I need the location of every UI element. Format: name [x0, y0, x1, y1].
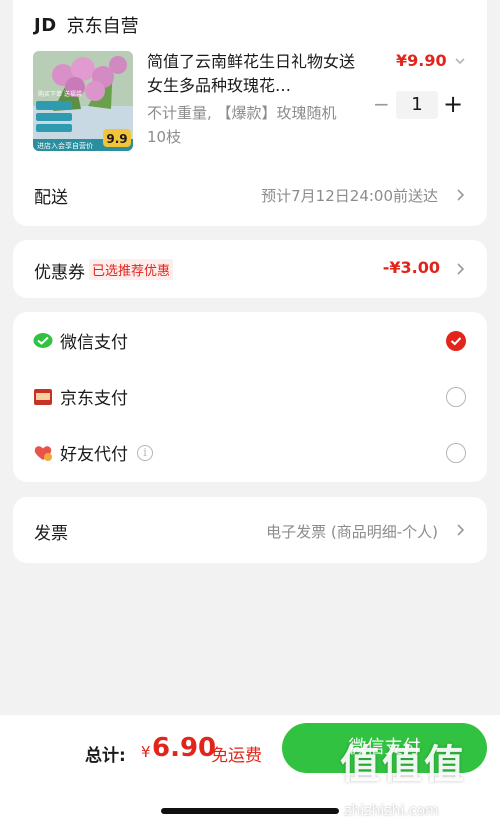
- product-image[interactable]: 9.9 购买下单 送福袋 进店入会享自营价: [33, 51, 133, 151]
- invoice-row[interactable]: 发票 电子发票 (商品明细-个人): [13, 497, 487, 563]
- payment-option-friend[interactable]: 好友代付 i: [13, 425, 487, 481]
- quantity-input[interactable]: 1: [396, 91, 438, 119]
- coupon-recommend-tag: 已选推荐优惠: [89, 259, 174, 280]
- chevron-right-icon: [457, 189, 465, 201]
- invoice-value: 电子发票 (商品明细-个人): [266, 523, 438, 541]
- payment-methods: 微信支付 京东支付 好友代付 i: [13, 312, 487, 482]
- coupon-row[interactable]: 优惠券 已选推荐优惠 -¥3.00: [13, 240, 487, 298]
- total-amount: 6.90: [152, 733, 217, 763]
- delivery-value: 预计7月12日24:00前送达: [261, 187, 438, 205]
- coupon-discount-value: -¥3.00: [382, 258, 440, 277]
- payment-option-jd[interactable]: 京东支付: [13, 369, 487, 425]
- product-spec[interactable]: 不计重量, 【爆款】玫瑰随机10枝: [147, 101, 355, 149]
- radio-unchecked-icon[interactable]: [446, 443, 466, 463]
- radio-checked-icon[interactable]: [446, 331, 466, 351]
- info-icon[interactable]: i: [137, 445, 153, 461]
- product-price: ¥9.90: [396, 51, 447, 70]
- watermark-glyphs: 值值值: [340, 742, 466, 788]
- shop-name: 京东自营: [66, 16, 139, 37]
- payment-label: 好友代付: [60, 445, 128, 465]
- chevron-right-icon: [457, 524, 465, 536]
- product-title[interactable]: 简值了云南鲜花生日礼物女送女生多品种玫瑰花…: [147, 50, 355, 98]
- image-caption: 购买下单 送福袋: [38, 90, 82, 98]
- radio-unchecked-icon[interactable]: [446, 387, 466, 407]
- shop-card: JD 京东自营 9.9 购买下单 送福袋 进店入会享自营价 简值了云南鲜花生日礼…: [13, 0, 487, 226]
- jd-pay-icon: [34, 389, 52, 405]
- shop-header[interactable]: JD 京东自营: [34, 11, 139, 39]
- payment-label: 微信支付: [60, 333, 128, 353]
- chevron-right-icon: [457, 263, 465, 275]
- checkout-bar: 总计: ¥ 6.90 免运费 微信支付 值值值 zhizhizhi.com: [0, 715, 500, 825]
- image-badge-price: 9.9: [106, 132, 127, 146]
- friend-pay-icon: [34, 446, 52, 461]
- site-watermark: 值值值 zhizhizhi.com: [340, 735, 490, 820]
- delivery-label: 配送: [34, 188, 68, 208]
- free-shipping-note: 免运费: [211, 746, 262, 766]
- payment-option-wechat[interactable]: 微信支付: [13, 313, 487, 369]
- chevron-down-icon[interactable]: [453, 54, 467, 68]
- wechat-pay-icon: [33, 333, 53, 348]
- watermark-url: zhizhizhi.com: [344, 803, 439, 819]
- rose-bouquet-image: 9.9 购买下单 送福袋 进店入会享自营价: [33, 51, 133, 151]
- total-currency: ¥: [141, 743, 151, 761]
- quantity-increase-button[interactable]: +: [443, 91, 463, 117]
- image-footer: 进店入会享自营价: [37, 141, 93, 150]
- total-label: 总计:: [85, 746, 126, 766]
- quantity-decrease-button[interactable]: −: [373, 93, 390, 115]
- home-indicator[interactable]: [161, 808, 339, 814]
- invoice-label: 发票: [34, 524, 68, 544]
- payment-label: 京东支付: [60, 389, 128, 409]
- jd-logo: JD: [34, 14, 57, 36]
- coupon-label: 优惠券: [34, 263, 85, 283]
